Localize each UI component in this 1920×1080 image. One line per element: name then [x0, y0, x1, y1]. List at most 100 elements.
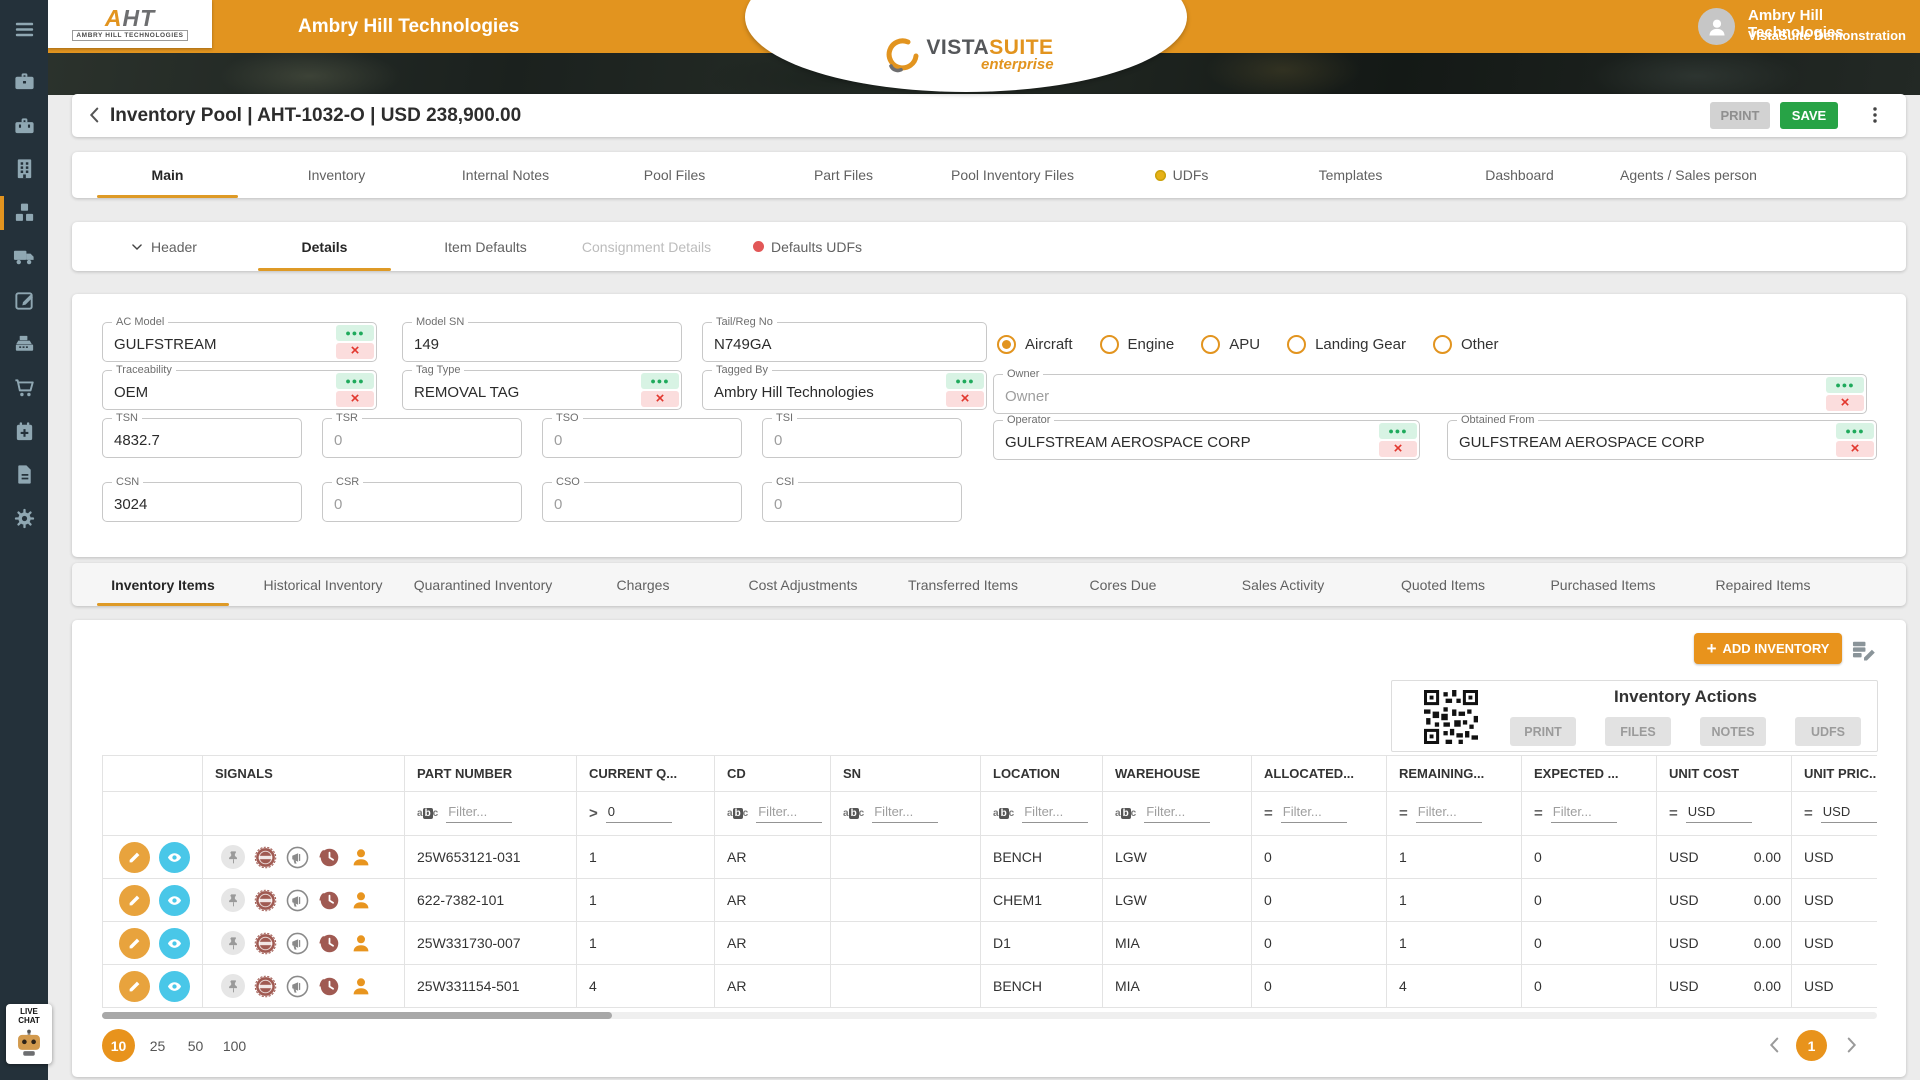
- page-size-50[interactable]: 50: [179, 1029, 212, 1062]
- traceability-field[interactable]: Traceability OEM ●●● ×: [102, 364, 377, 410]
- equals-filter-icon[interactable]: =: [1804, 805, 1813, 822]
- pin-signal-icon[interactable]: [221, 974, 245, 998]
- scrollbar-thumb[interactable]: [102, 1012, 612, 1019]
- tab-internal-notes[interactable]: Internal Notes: [421, 152, 590, 198]
- tab-quarantined-inventory[interactable]: Quarantined Inventory: [403, 563, 563, 606]
- col-cd[interactable]: CD: [714, 755, 831, 792]
- company-logo[interactable]: AHT AMBRY HILL TECHNOLOGIES: [48, 0, 212, 48]
- owner-clear-button[interactable]: ×: [1826, 395, 1864, 411]
- tab-historical-inventory[interactable]: Historical Inventory: [243, 563, 403, 606]
- tab-charges[interactable]: Charges: [563, 563, 723, 606]
- tab-purchased-items[interactable]: Purchased Items: [1523, 563, 1683, 606]
- stamp-signal-icon[interactable]: [253, 974, 277, 998]
- sidebar-item-shipping[interactable]: [0, 239, 48, 273]
- current-qty-filter[interactable]: 0: [605, 804, 672, 823]
- tail-reg-field[interactable]: Tail/Reg No N749GA: [702, 316, 987, 362]
- col-remaining[interactable]: REMAINING...: [1386, 755, 1522, 792]
- horizontal-scrollbar[interactable]: [102, 1012, 1877, 1019]
- pin-signal-icon[interactable]: [221, 931, 245, 955]
- part-number-filter[interactable]: Filter...: [446, 804, 513, 823]
- view-row-button[interactable]: [159, 884, 190, 916]
- tagged-by-field[interactable]: Tagged By Ambry Hill Technologies ●●● ×: [702, 364, 987, 410]
- obtained-from-lookup-button[interactable]: ●●●: [1836, 423, 1874, 439]
- warehouse-filter[interactable]: Filter...: [1144, 804, 1211, 823]
- tab-cores-due[interactable]: Cores Due: [1043, 563, 1203, 606]
- remaining-filter[interactable]: Filter...: [1415, 804, 1482, 823]
- obtained-from-field[interactable]: Obtained From GULFSTREAM AEROSPACE CORP …: [1447, 414, 1877, 460]
- table-row[interactable]: 25W331730-007 1 AR D1 MIA 0 1 0 USD 0.00 USD: [102, 921, 1877, 965]
- sidebar-item-sales[interactable]: [0, 326, 48, 360]
- tab-quoted-items[interactable]: Quoted Items: [1363, 563, 1523, 606]
- more-options-icon[interactable]: [1864, 104, 1886, 126]
- tab-repaired-items[interactable]: Repaired Items: [1683, 563, 1843, 606]
- stamp-signal-icon[interactable]: [253, 931, 277, 955]
- sidebar-item-edit-orders[interactable]: [0, 283, 48, 317]
- add-inventory-button[interactable]: + ADD INVENTORY: [1694, 633, 1842, 664]
- inventory-udfs-button[interactable]: UDFS: [1795, 717, 1861, 746]
- tagged-by-clear-button[interactable]: ×: [946, 391, 984, 407]
- radio-aircraft[interactable]: Aircraft: [997, 334, 1073, 354]
- tab-part-files[interactable]: Part Files: [759, 152, 928, 198]
- location-filter[interactable]: Filter...: [1022, 804, 1089, 823]
- cso-field[interactable]: CSO 0: [542, 476, 742, 522]
- megaphone-signal-icon[interactable]: [285, 888, 309, 912]
- tsn-field[interactable]: TSN 4832.7: [102, 412, 302, 458]
- menu-icon[interactable]: [0, 12, 48, 46]
- model-sn-field[interactable]: Model SN 149: [402, 316, 682, 362]
- tab-templates[interactable]: Templates: [1266, 152, 1435, 198]
- sidebar-item-settings[interactable]: [0, 501, 48, 535]
- equals-filter-icon[interactable]: =: [1264, 805, 1273, 822]
- equals-filter-icon[interactable]: =: [1669, 805, 1678, 822]
- equals-filter-icon[interactable]: =: [1534, 805, 1543, 822]
- pin-signal-icon[interactable]: [221, 888, 245, 912]
- user-avatar[interactable]: [1698, 8, 1735, 45]
- unit-cost-filter[interactable]: USD: [1685, 804, 1752, 823]
- pin-signal-icon[interactable]: [221, 845, 245, 869]
- edit-row-button[interactable]: [119, 927, 150, 959]
- view-row-button[interactable]: [159, 970, 190, 1002]
- operator-lookup-button[interactable]: ●●●: [1379, 423, 1417, 439]
- operator-field[interactable]: Operator GULFSTREAM AEROSPACE CORP ●●● ×: [993, 414, 1420, 460]
- tab-main[interactable]: Main: [83, 152, 252, 198]
- inventory-files-button[interactable]: FILES: [1605, 717, 1671, 746]
- view-row-button[interactable]: [159, 927, 190, 959]
- sn-filter[interactable]: Filter...: [872, 804, 939, 823]
- prev-page-icon[interactable]: [1764, 1034, 1786, 1056]
- save-button[interactable]: SAVE: [1780, 102, 1838, 129]
- tab-pool-inventory-files[interactable]: Pool Inventory Files: [928, 152, 1097, 198]
- history-signal-icon[interactable]: [317, 931, 341, 955]
- tab-dashboard[interactable]: Dashboard: [1435, 152, 1604, 198]
- tab-inventory[interactable]: Inventory: [252, 152, 421, 198]
- subtab-details[interactable]: Details: [244, 222, 405, 271]
- current-page-button[interactable]: 1: [1796, 1030, 1827, 1061]
- edit-row-button[interactable]: [119, 841, 150, 873]
- owner-lookup-button[interactable]: ●●●: [1826, 377, 1864, 393]
- tag-type-field[interactable]: Tag Type REMOVAL TAG ●●● ×: [402, 364, 682, 410]
- expected-filter[interactable]: Filter...: [1550, 804, 1617, 823]
- table-row[interactable]: 622-7382-101 1 AR CHEM1 LGW 0 1 0 USD 0.00 USD: [102, 878, 1877, 922]
- inventory-notes-button[interactable]: NOTES: [1700, 717, 1766, 746]
- tab-sales-activity[interactable]: Sales Activity: [1203, 563, 1363, 606]
- col-unit-cost[interactable]: UNIT COST: [1656, 755, 1792, 792]
- page-size-25[interactable]: 25: [141, 1029, 174, 1062]
- col-unit-price[interactable]: UNIT PRIC...: [1791, 755, 1877, 792]
- radio-landing-gear[interactable]: Landing Gear: [1287, 334, 1406, 354]
- col-signals[interactable]: SIGNALS: [202, 755, 405, 792]
- history-signal-icon[interactable]: [317, 888, 341, 912]
- greater-than-filter-icon[interactable]: >: [589, 805, 598, 822]
- sidebar-item-company[interactable]: [0, 151, 48, 185]
- tsr-field[interactable]: TSR 0: [322, 412, 522, 458]
- sidebar-item-documents[interactable]: [0, 457, 48, 491]
- owner-field[interactable]: Owner Owner ●●● ×: [993, 368, 1867, 414]
- edit-row-button[interactable]: [119, 970, 150, 1002]
- ac-model-field[interactable]: AC Model GULFSTREAM ●●● ×: [102, 316, 377, 362]
- inventory-print-button[interactable]: PRINT: [1510, 717, 1576, 746]
- cd-filter[interactable]: Filter...: [756, 804, 823, 823]
- traceability-clear-button[interactable]: ×: [336, 391, 374, 407]
- radio-engine[interactable]: Engine: [1099, 334, 1174, 354]
- next-page-icon[interactable]: [1840, 1034, 1862, 1056]
- subtab-header[interactable]: Header: [83, 222, 244, 271]
- tso-field[interactable]: TSO 0: [542, 412, 742, 458]
- col-part-number[interactable]: PART NUMBER: [404, 755, 577, 792]
- unit-price-filter[interactable]: USD: [1820, 804, 1877, 823]
